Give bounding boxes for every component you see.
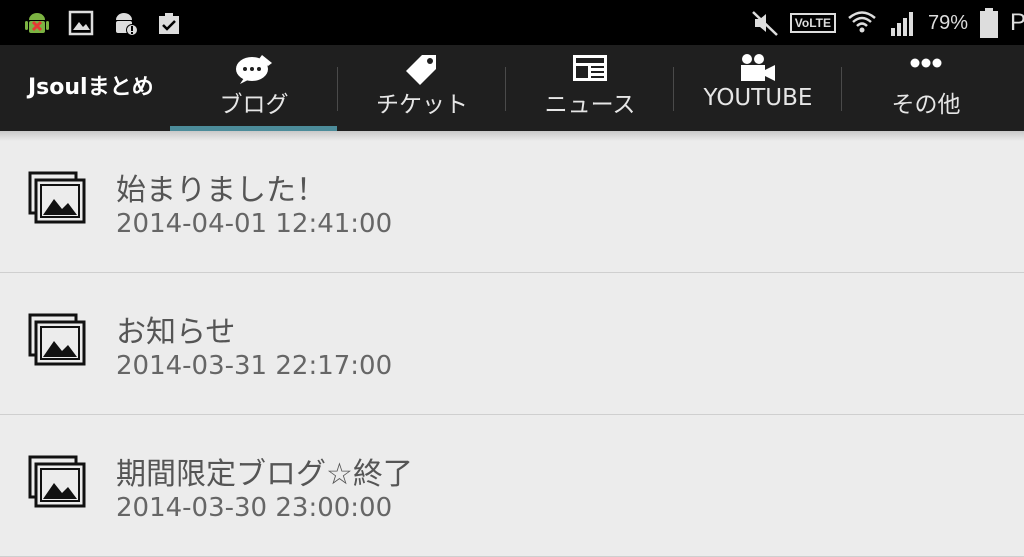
signal-icon (890, 12, 913, 36)
clipboard-check-icon (159, 13, 179, 34)
mute-icon (751, 11, 778, 36)
tab-ticket[interactable]: チケット (338, 45, 506, 131)
image-stack-icon (28, 171, 86, 224)
tab-youtube[interactable]: YOUTUBE (674, 45, 842, 131)
tab-news[interactable]: ニュース (506, 45, 674, 131)
video-camera-icon (741, 54, 775, 81)
status-cut-text: P (1010, 9, 1024, 36)
newspaper-icon (573, 55, 607, 81)
tab-blog[interactable]: ブログ (170, 45, 338, 131)
post-date: 2014-03-31 22:17:00 (116, 351, 393, 381)
more-dots-icon (910, 58, 942, 68)
image-stack-icon (28, 455, 86, 508)
post-title: 期間限定ブログ☆終了 (116, 457, 413, 492)
tab-other[interactable]: その他 (842, 45, 1010, 131)
post-title: お知らせ (116, 315, 236, 350)
speech-bubble-icon (236, 55, 272, 84)
battery-icon (980, 8, 998, 38)
wifi-icon (848, 11, 876, 33)
status-bar: VoLTE 79% P (0, 0, 1024, 45)
image-stack-icon (28, 313, 86, 366)
android-debug-icon (25, 13, 49, 33)
post-date: 2014-03-30 23:00:00 (116, 493, 393, 523)
list-item[interactable]: 期間限定ブログ☆終了 2014-03-30 23:00:00 (0, 415, 1024, 557)
tab-other-label: その他 (891, 92, 961, 118)
list-item[interactable]: お知らせ 2014-03-31 22:17:00 (0, 273, 1024, 415)
tab-blog-label: ブログ (219, 92, 289, 118)
list-item[interactable]: 始まりました！ 2014-04-01 12:41:00 (0, 131, 1024, 273)
post-title: 始まりました！ (116, 173, 326, 208)
android-alert-icon (116, 13, 138, 36)
tab-youtube-label: YOUTUBE (703, 85, 813, 111)
volte-badge: VoLTE (789, 13, 836, 33)
image-notification-icon (68, 10, 94, 36)
ticket-tag-icon (406, 55, 436, 85)
post-list: 始まりました！ 2014-04-01 12:41:00 お知らせ 2014-03… (0, 131, 1024, 557)
tab-news-label: ニュース (544, 92, 636, 118)
app-bar: Jsoulまとめ ブログ チケット ニュース YOUTUBE その他 (0, 45, 1024, 131)
app-title: Jsoulまとめ (28, 75, 154, 100)
post-date: 2014-04-01 12:41:00 (116, 209, 393, 239)
tab-ticket-label: チケット (376, 92, 468, 118)
battery-percent: 79% (927, 11, 968, 34)
